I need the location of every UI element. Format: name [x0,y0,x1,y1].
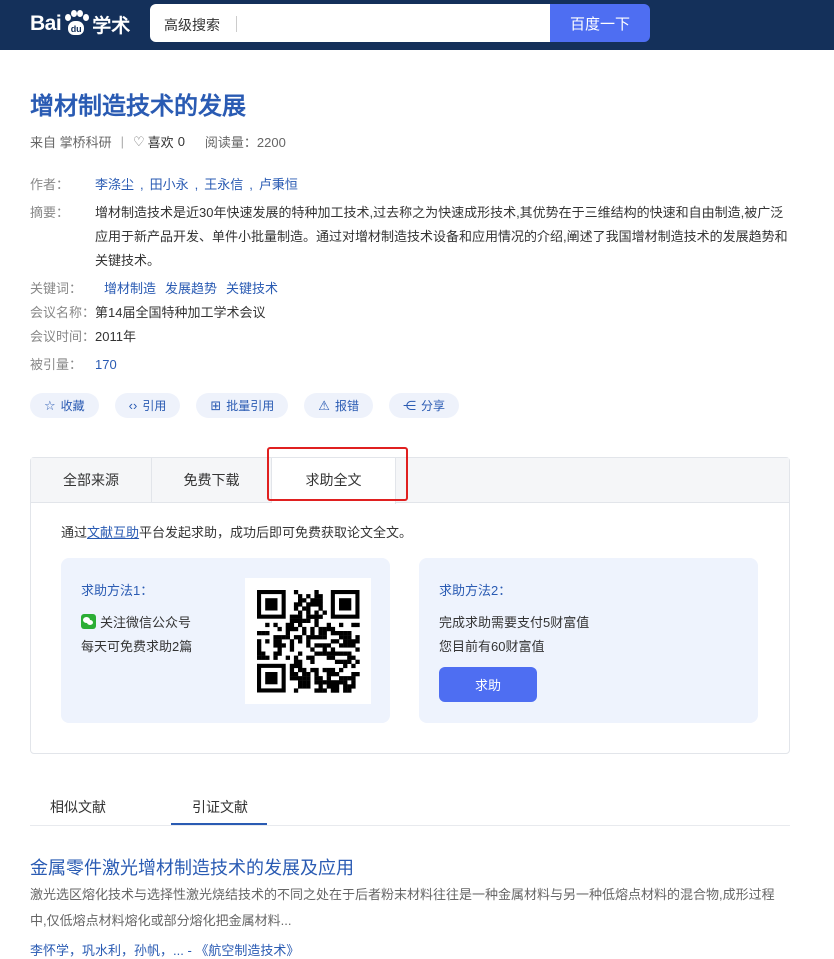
likes-label[interactable]: 喜欢 [148,132,174,151]
favorite-label: 收藏 [60,399,85,413]
logo-text-bai: Bai [30,12,62,35]
conference-time: 2011年 [95,329,136,344]
cited-label: 被引量： [30,357,83,372]
intro-prefix: 通过 [61,525,88,540]
author-separator: , [249,177,253,192]
abstract-text: 增材制造技术是近30年快速发展的特种加工技术,过去称之为快速成形技术,其优势在于… [95,205,788,268]
related-tabs: 相似文献 引证文献 [30,785,790,826]
top-bar: Bai du 学术 高级搜索 百度一下 [0,0,834,50]
cite-button[interactable]: ‹› 引用 [114,393,181,418]
report-error-label: 报错 [334,399,359,413]
keyword-link[interactable]: 增材制造 [104,281,156,296]
author-link[interactable]: 王永信 [204,177,243,192]
paper-meta: 来自 掌桥科研 | ♡ 喜欢 0 阅读量：2200 [30,132,286,151]
paw-icon: du [62,10,90,38]
cited-count-link[interactable]: 170 [95,353,117,377]
tab-free-download[interactable]: 免费下载 [152,458,272,503]
authors-row: 作者： 李涤尘, 田小永, 王永信, 卢秉恒 [30,173,298,197]
result-authors[interactable]: 李怀学，巩水利，孙帆，... - 《航空制造技术》 [30,940,299,959]
keyword-link[interactable]: 发展趋势 [165,281,217,296]
method1-line1: 关注微信公众号 [81,612,191,631]
cite-label: 引用 [142,399,167,413]
conference-label: 会议名称： [30,305,96,320]
search-button[interactable]: 百度一下 [550,4,650,42]
keyword-link[interactable]: 关键技术 [226,281,278,296]
method1-line2: 每天可免费求助2篇 [81,639,193,654]
share-icon: ⋲ [402,397,416,413]
tab-all-sources[interactable]: 全部来源 [31,458,152,503]
authors-label: 作者： [30,177,70,192]
keywords-label: 关键词： [30,281,83,296]
method1-line1-text: 关注微信公众号 [100,615,192,630]
warning-icon: ⚠ [318,397,330,413]
search-divider [236,16,237,32]
method1-card: 求助方法1： 关注微信公众号 每天可免费求助2篇 [61,558,390,723]
result-title-link[interactable]: 金属零件激光增材制造技术的发展及应用 [30,854,354,880]
qr-code [245,578,371,704]
conference-time-row: 会议时间： 2011年 [30,325,136,349]
conference-row: 会议名称： 第14届全国特种加工学术会议 [30,301,265,325]
logo-text-du: du [68,21,85,35]
abstract-row: 摘要： 增材制造技术是近30年快速发展的特种加工技术,过去称之为快速成形技术,其… [30,201,795,273]
read-count: 阅读量：2200 [204,135,286,150]
wechat-icon [81,614,96,629]
cited-row: 被引量： 170 [30,353,117,377]
request-help-button[interactable]: 求助 [439,667,537,702]
code-icon: ‹› [128,398,138,413]
tab-citing-literature[interactable]: 引证文献 [192,797,248,817]
author-link[interactable]: 李涤尘 [95,177,134,192]
paper-source: 来自 掌桥科研 [30,135,112,150]
abstract-label: 摘要： [30,205,70,220]
result-description: 激光选区熔化技术与选择性激光烧结技术的不同之处在于后者粉末材料往往是一种金属材料… [30,887,775,928]
report-error-button[interactable]: ⚠ 报错 [304,393,373,418]
batch-cite-label: 批量引用 [226,399,275,413]
method2-card: 求助方法2： 完成求助需要支付5财富值 您目前有60财富值 求助 [419,558,758,723]
intro-suffix: 平台发起求助，成功后即可免费获取论文全文。 [139,525,413,540]
paper-title: 增材制造技术的发展 [30,93,246,120]
share-label: 分享 [420,399,445,413]
literature-help-link[interactable]: 文献互助 [87,525,139,540]
conference-name: 第14届全国特种加工学术会议 [95,305,266,320]
method1-heading: 求助方法1： [81,583,154,598]
author-separator: , [140,177,144,192]
active-tab-indicator [171,823,267,825]
star-icon: ☆ [44,397,56,413]
heart-icon[interactable]: ♡ [133,134,145,150]
baidu-xueshu-logo[interactable]: Bai du 学术 [30,6,130,42]
search-input[interactable] [246,10,536,36]
method2-line2: 您目前有60财富值 [439,639,545,654]
author-link[interactable]: 卢秉恒 [259,177,298,192]
tab-similar-literature[interactable]: 相似文献 [50,797,106,817]
share-button[interactable]: ⋲ 分享 [388,393,459,418]
author-link[interactable]: 田小永 [150,177,189,192]
author-separator: , [194,177,199,192]
advanced-search-link[interactable]: 高级搜索 [164,15,220,35]
favorite-button[interactable]: ☆ 收藏 [30,393,99,418]
method2-line1: 完成求助需要支付5财富值 [439,615,590,630]
likes-count: 0 [177,134,185,149]
conference-time-label: 会议时间： [30,329,96,344]
method2-heading: 求助方法2： [439,583,512,598]
logo-text-xueshu: 学术 [92,15,131,37]
action-buttons: ☆ 收藏 ‹› 引用 ⊞ 批量引用 ⚠ 报错 ⋲ 分享 [30,393,475,418]
batch-cite-button[interactable]: ⊞ 批量引用 [196,393,289,418]
meta-divider: | [120,134,125,149]
folder-add-icon: ⊞ [210,397,222,413]
request-intro: 通过文献互助平台发起求助，成功后即可免费获取论文全文。 [61,522,412,541]
keywords-row: 关键词： 增材制造 发展趋势 关键技术 [30,277,296,301]
search-box: 高级搜索 [150,4,550,42]
highlight-box [267,447,408,501]
source-tabs: 全部来源 免费下载 求助全文 [31,458,789,504]
